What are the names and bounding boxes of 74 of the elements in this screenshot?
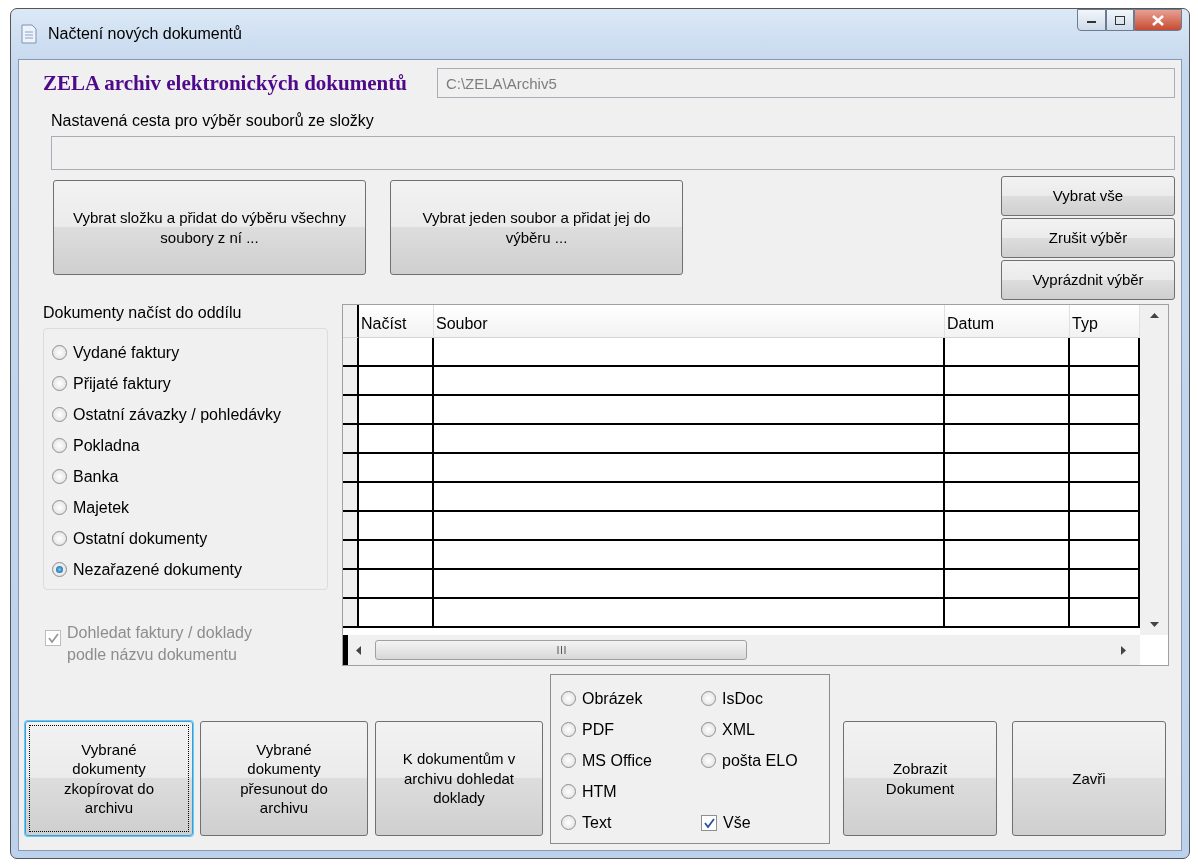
row-header[interactable] — [343, 338, 359, 367]
table-cell — [1070, 454, 1140, 483]
column-header[interactable]: Načíst — [359, 305, 434, 338]
row-header[interactable] — [343, 425, 359, 454]
horizontal-scrollbar[interactable] — [343, 635, 1140, 665]
row-header[interactable] — [343, 454, 359, 483]
folder-path-field[interactable] — [51, 136, 1175, 170]
column-header[interactable]: Datum — [945, 305, 1070, 338]
section-label: Dokumenty načíst do oddílu — [43, 304, 243, 322]
view-document-button[interactable]: Zobrazit Dokument — [843, 721, 997, 836]
file-type-radio[interactable]: MS Office — [561, 745, 701, 776]
close-button[interactable] — [1134, 9, 1182, 31]
row-header[interactable] — [343, 570, 359, 599]
table-cell — [1070, 367, 1140, 396]
file-type-radio[interactable]: Obrázek — [561, 683, 701, 714]
right-arrow-icon[interactable] — [1121, 645, 1126, 655]
row-header[interactable] — [343, 483, 359, 512]
table-cell — [1070, 570, 1140, 599]
select-button[interactable]: Vybrat složku a přidat do výběru všechny soubory z ní ... — [53, 180, 366, 275]
close-dialog-button[interactable]: Zavři — [1012, 721, 1166, 836]
selection-button[interactable]: Zrušit výběr — [1001, 218, 1175, 258]
section-radio[interactable]: Přijaté faktury — [52, 368, 327, 399]
up-arrow-icon[interactable] — [1149, 313, 1159, 318]
action-button[interactable]: Vybrané dokumenty zkopírovat do archivu — [25, 721, 193, 836]
selection-button[interactable]: Vyprázdnit výběr — [1001, 260, 1175, 300]
section-radio[interactable]: Ostatní závazky / pohledávky — [52, 399, 327, 430]
section-radio[interactable]: Nezařazené dokumenty — [52, 554, 327, 585]
section-radio[interactable]: Vydané faktury — [52, 337, 327, 368]
document-icon — [20, 24, 38, 44]
row-header[interactable] — [343, 367, 359, 396]
table-corner — [343, 305, 359, 338]
maximize-icon — [1115, 15, 1125, 25]
section-radio[interactable]: Ostatní dokumenty — [52, 523, 327, 554]
column-header[interactable]: Typ — [1070, 305, 1140, 338]
selection-button[interactable]: Vybrat vše — [1001, 176, 1175, 216]
section-radio[interactable]: Pokladna — [52, 430, 327, 461]
column-header[interactable]: Soubor — [434, 305, 945, 338]
table-cell — [1070, 483, 1140, 512]
row-header[interactable] — [343, 541, 359, 570]
select-button[interactable]: Vybrat jeden soubor a přidat jej do výběru ... — [390, 180, 683, 275]
app-title: ZELA archiv elektronických dokumentů — [43, 70, 407, 96]
checkbox-label: Dohledat faktury / doklady podle názvu dokumentu — [67, 623, 253, 665]
row-header[interactable] — [343, 512, 359, 541]
file-type-radio[interactable]: IsDoc — [701, 683, 841, 714]
table-cell — [1070, 512, 1140, 541]
file-type-radio[interactable]: PDF — [561, 714, 701, 745]
maximize-button[interactable] — [1106, 9, 1134, 31]
file-type-radio[interactable]: HTM — [561, 776, 701, 807]
window-title: Načtení nových dokumentů — [48, 25, 242, 43]
minimize-button[interactable] — [1077, 9, 1106, 31]
all-checkbox[interactable]: Vše — [701, 807, 841, 838]
action-button[interactable]: K dokumentům v archivu dohledat doklady — [375, 721, 543, 836]
archive-path-field[interactable]: C:\ZELA\Archiv5 — [436, 68, 1175, 98]
table-cell — [1070, 396, 1140, 425]
file-type-radio[interactable]: XML — [701, 714, 841, 745]
row-header[interactable] — [343, 599, 359, 628]
left-arrow-icon[interactable] — [356, 645, 361, 655]
section-radio[interactable]: Banka — [52, 461, 327, 492]
file-type-radio[interactable]: pošta ELO — [701, 745, 841, 776]
table-cell — [1070, 425, 1140, 454]
vertical-scrollbar[interactable] — [1140, 305, 1168, 635]
checkmark-icon — [47, 632, 59, 644]
scroll-thumb[interactable] — [375, 640, 747, 660]
field-label: Nastavená cesta pro výběr souborů ze složky — [51, 112, 375, 130]
row-header[interactable] — [343, 396, 359, 425]
action-button[interactable]: Vybrané dokumenty přesunout do archivu — [200, 721, 368, 836]
file-type-radio[interactable]: Text — [561, 807, 701, 838]
down-arrow-icon[interactable] — [1149, 622, 1159, 627]
close-icon — [1152, 14, 1164, 26]
table-cell — [1070, 338, 1140, 367]
checkmark-icon — [703, 816, 715, 829]
table-cell — [1070, 599, 1140, 628]
table-cell — [1070, 541, 1140, 570]
section-radio[interactable]: Majetek — [52, 492, 327, 523]
